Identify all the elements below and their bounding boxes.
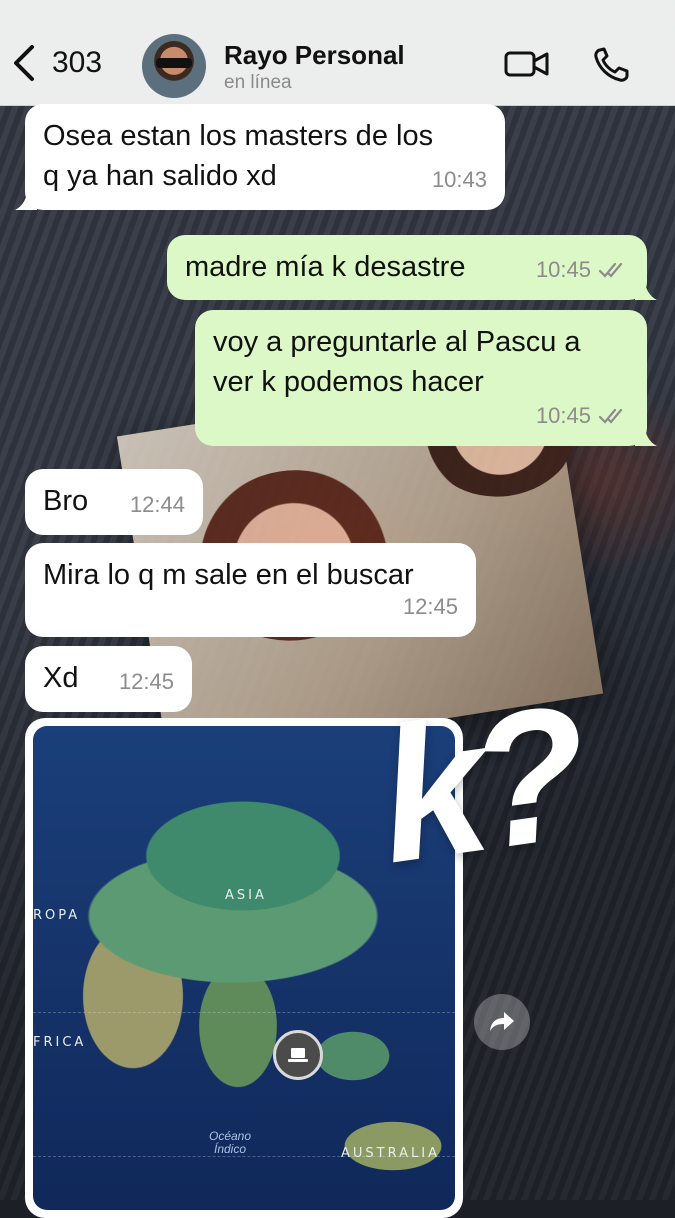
forward-arrow-icon bbox=[490, 1012, 514, 1031]
message-text: voy a preguntarle al Pascu a ver k podem… bbox=[213, 326, 581, 398]
bubble-tail bbox=[15, 190, 37, 210]
message-incoming[interactable]: Osea estan los masters de los q ya han s… bbox=[15, 104, 505, 210]
message-time: 12:44 bbox=[129, 492, 185, 517]
contact-name[interactable]: Rayo Personal bbox=[224, 40, 405, 71]
message-time: 12:45 bbox=[402, 594, 458, 619]
map-location-pin[interactable] bbox=[273, 1030, 323, 1080]
forward-button[interactable] bbox=[474, 994, 530, 1050]
video-camera-icon[interactable] bbox=[504, 44, 550, 84]
chevron-left-icon bbox=[14, 45, 34, 81]
message-outgoing[interactable]: voy a preguntarle al Pascu a ver k podem… bbox=[195, 310, 657, 446]
avatar[interactable] bbox=[142, 34, 206, 98]
map-label-australia: AUSTRALIA bbox=[341, 1146, 440, 1161]
double-check-icon bbox=[599, 262, 623, 278]
sticker-overlay: k? bbox=[366, 667, 650, 904]
message-time: 10:43 bbox=[431, 167, 487, 192]
contact-status: en línea bbox=[224, 72, 292, 93]
map-label-europe: ROPA bbox=[33, 908, 81, 923]
bubble-tail bbox=[635, 426, 657, 446]
laptop-icon bbox=[288, 1048, 308, 1062]
message-time: 12:45 bbox=[118, 669, 174, 694]
message-incoming[interactable]: Xd 12:45 bbox=[25, 646, 192, 712]
message-incoming[interactable]: Bro 12:44 bbox=[25, 469, 203, 535]
message-incoming[interactable]: Mira lo q m sale en el buscar 12:45 bbox=[25, 543, 476, 637]
map-label-asia: ASIA bbox=[225, 888, 267, 903]
message-outgoing[interactable]: madre mía k desastre 10:45 bbox=[167, 235, 657, 300]
message-time: 10:45 bbox=[535, 257, 591, 282]
message-text: Mira lo q m sale en el buscar bbox=[43, 559, 414, 591]
message-time: 10:45 bbox=[535, 403, 591, 428]
map-label-africa: FRICA bbox=[33, 1035, 87, 1050]
sticker-text: k? bbox=[366, 666, 588, 904]
unread-count: 303 bbox=[52, 46, 103, 79]
phone-icon[interactable] bbox=[590, 44, 636, 84]
back-button[interactable]: 303 bbox=[10, 44, 102, 82]
chat-header: 303 Rayo Personal en línea bbox=[0, 0, 675, 106]
map-label-ocean: Océano Índico bbox=[209, 1129, 252, 1156]
bubble-tail bbox=[635, 280, 657, 300]
double-check-icon bbox=[599, 408, 623, 424]
message-text: Osea estan los masters de los q ya han s… bbox=[43, 120, 434, 192]
map-gridline bbox=[33, 1012, 455, 1013]
